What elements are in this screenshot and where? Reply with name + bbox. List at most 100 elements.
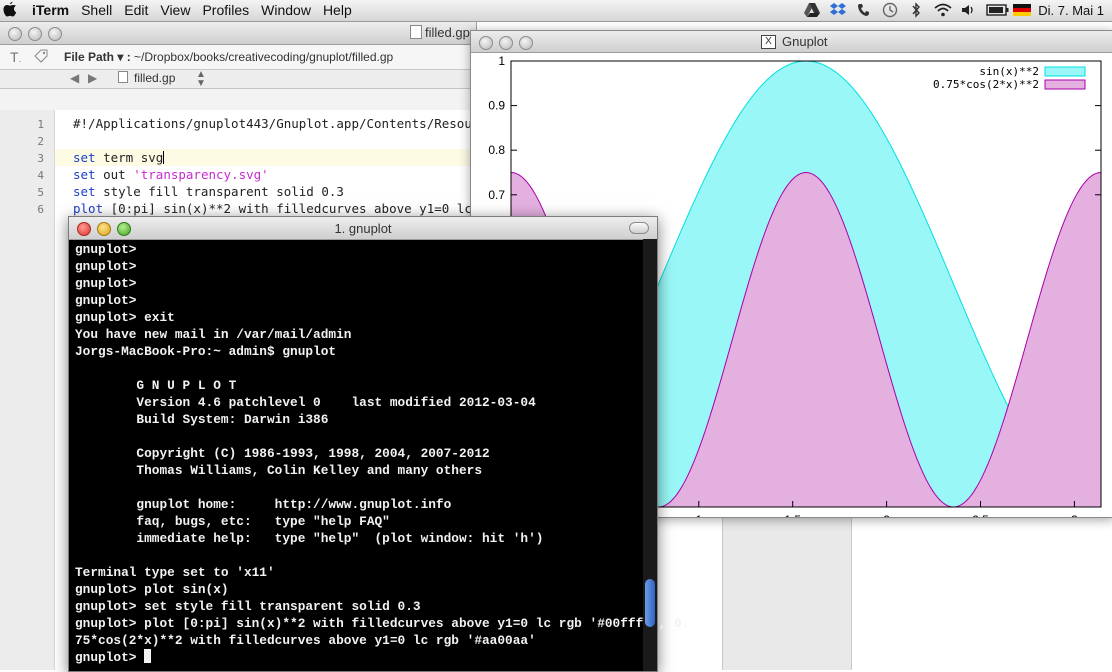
terminal-window: 1. gnuplot gnuplot> gnuplot> gnuplot> gnupl… (68, 216, 690, 672)
code-token: #!/Applications/gnuplot443/Gnuplot.app/C… (73, 116, 502, 131)
terminal-window-title: 1. gnuplot (334, 221, 392, 236)
text-tool-icon[interactable]: T. (10, 49, 21, 65)
editor-titlebar[interactable]: filled.gp (0, 22, 476, 45)
menu-shell[interactable]: Shell (81, 2, 124, 18)
file-path-label: File Path ▾ : (64, 50, 131, 64)
editor-title-text: filled.gp (425, 25, 470, 40)
x-tick-label: 2 (883, 513, 890, 517)
legend-label: 0.75*cos(2*x)**2 (933, 78, 1039, 91)
gnuplot-titlebar[interactable]: X Gnuplot (471, 31, 1112, 53)
file-path-value: ~/Dropbox/books/creativecoding/gnuplot/f… (134, 50, 394, 64)
terminal-scrollbar[interactable] (643, 239, 657, 671)
menu-clock[interactable]: Di. 7. Mai 1 (1038, 3, 1104, 18)
y-tick-label: 0.8 (488, 143, 505, 157)
scrollbar-thumb[interactable] (645, 579, 655, 627)
code-token: 'transparency.svg' (133, 167, 269, 182)
minimize-button[interactable] (28, 27, 42, 41)
apple-menu-icon[interactable] (2, 1, 18, 19)
x11-icon: X (761, 34, 776, 49)
terminal-line: Build System: Darwin i386 (75, 412, 329, 427)
file-tab[interactable]: filled.gp ▲ ▼ (118, 70, 206, 89)
terminal-line: gnuplot> plot [0:pi] sin(x)**2 with fill… (75, 616, 690, 631)
x-tick-label: 2.5 (972, 513, 989, 517)
code-token: svg (140, 150, 164, 165)
terminal-line: Version 4.6 patchlevel 0 last modified 2… (75, 395, 536, 410)
x-tick-label: 3 (1071, 513, 1078, 517)
volume-icon[interactable] (960, 2, 976, 18)
path-bar: T. File Path ▾ : ~/Dropbox/books/creativ… (0, 45, 476, 70)
terminal-line: immediate help: type "help" (plot window… (75, 531, 544, 546)
menu-app-name[interactable]: iTerm (32, 2, 69, 18)
tab-stepper-icon[interactable]: ▲ ▼ (196, 70, 206, 89)
terminal-line: faq, bugs, etc: type "help FAQ" (75, 514, 390, 529)
document-icon (410, 25, 422, 39)
terminal-line: gnuplot> (75, 293, 137, 308)
code-line: plot [0:pi] sin(x)**2 with filledcurves … (73, 201, 502, 216)
file-tab-bar: ◀ ▶ filled.gp ▲ ▼ (0, 70, 476, 89)
wifi-icon[interactable] (934, 2, 952, 18)
menu-bar: iTerm Shell Edit View Profiles Window He… (0, 0, 1112, 22)
text-cursor (163, 151, 165, 164)
terminal-cursor (144, 649, 152, 663)
y-tick-label: 1 (498, 54, 505, 68)
phone-icon[interactable] (856, 2, 872, 18)
menu-window[interactable]: Window (261, 2, 323, 18)
time-machine-icon[interactable] (882, 2, 898, 18)
code-line: #!/Applications/gnuplot443/Gnuplot.app/C… (73, 116, 502, 131)
battery-icon[interactable] (986, 2, 1009, 18)
terminal-line: Jorgs-MacBook-Pro:~ admin$ gnuplot (75, 344, 337, 359)
close-button[interactable] (8, 27, 22, 41)
editor-window-title: filled.gp (410, 25, 470, 40)
terminal-line: gnuplot> set style fill transparent soli… (75, 599, 421, 614)
flag-icon[interactable] (1012, 2, 1032, 18)
x-tick-label: 1.5 (784, 513, 801, 517)
code-line: set term svg (73, 150, 165, 165)
terminal-line: gnuplot> (75, 259, 137, 274)
menu-items: iTerm Shell Edit View Profiles Window He… (32, 2, 364, 18)
gnuplot-title-text: Gnuplot (782, 34, 828, 49)
terminal-line: Copyright (C) 1986-1993, 1998, 2004, 200… (75, 446, 490, 461)
code-token: out (95, 167, 134, 182)
x-tick-label: 1 (695, 513, 702, 517)
editor-window-controls (8, 27, 62, 41)
y-tick-label: 0.9 (488, 99, 505, 113)
back-icon[interactable]: ◀ (70, 71, 79, 85)
toolbar-toggle-button[interactable] (629, 222, 649, 234)
menu-profiles[interactable]: Profiles (202, 2, 261, 18)
code-token: term (95, 150, 141, 165)
code-token: plot (73, 201, 104, 216)
terminal-titlebar[interactable]: 1. gnuplot (69, 217, 657, 240)
gnuplot-minimize-button[interactable] (499, 36, 513, 50)
background-panel (722, 516, 852, 670)
menu-view[interactable]: View (160, 2, 202, 18)
terminal-line: gnuplot> plot sin(x) (75, 582, 229, 597)
terminal-output[interactable]: gnuplot> gnuplot> gnuplot> gnuplot> gnuplot>… (75, 241, 690, 666)
tag-icon[interactable] (34, 49, 48, 66)
line-number: 6 (37, 203, 44, 216)
zoom-button[interactable] (48, 27, 62, 41)
menu-help[interactable]: Help (323, 2, 364, 18)
terminal-line: G N U P L O T (75, 378, 237, 393)
code-token: set (73, 150, 96, 165)
gnuplot-zoom-button[interactable] (519, 36, 533, 50)
forward-icon[interactable]: ▶ (88, 71, 97, 85)
file-icon (118, 71, 128, 83)
code-token: style fill transparent solid 0.3 (95, 184, 344, 199)
line-number: 1 (37, 118, 44, 131)
file-path[interactable]: File Path ▾ : ~/Dropbox/books/creativeco… (64, 50, 393, 64)
gnuplot-window-controls (479, 36, 533, 50)
terminal-line: You have new mail in /var/mail/admin (75, 327, 352, 342)
dropbox-icon[interactable] (830, 2, 847, 18)
bluetooth-icon[interactable] (908, 2, 924, 18)
terminal-prompt-line[interactable]: gnuplot> (75, 649, 643, 666)
menu-edit[interactable]: Edit (124, 2, 160, 18)
google-drive-icon[interactable] (804, 2, 821, 18)
legend-swatch (1044, 66, 1086, 77)
code-token: [0:pi] sin(x)**2 with filledcurves above… (103, 201, 502, 216)
code-line: set style fill transparent solid 0.3 (73, 184, 344, 199)
gnuplot-close-button[interactable] (479, 36, 493, 50)
